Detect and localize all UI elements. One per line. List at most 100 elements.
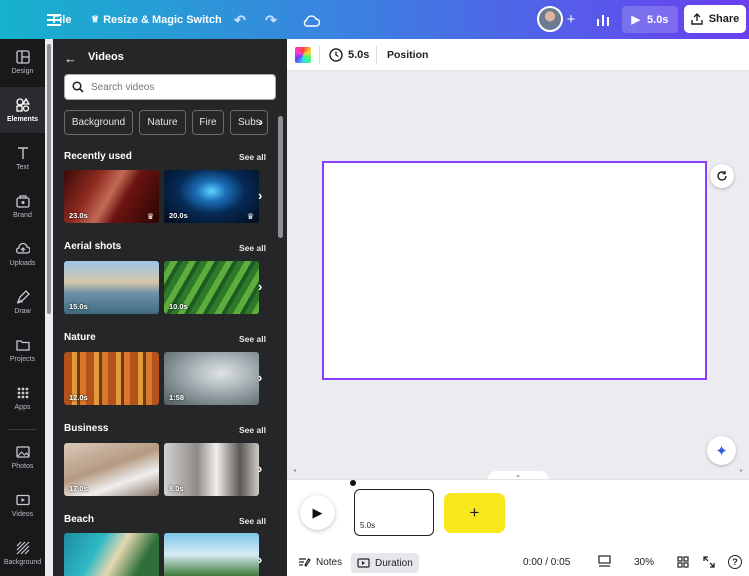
rail-projects[interactable]: Projects [0, 327, 45, 373]
help-button[interactable]: ? [728, 555, 742, 569]
video-thumbnail[interactable]: 17.0s [64, 443, 159, 496]
video-duration: 23.0s [69, 211, 88, 220]
insights-button[interactable] [592, 9, 614, 31]
top-bar: File ♕ Resize & Magic Switch ↶ ↷ + ▶ 5.0… [0, 0, 749, 39]
search-input[interactable] [91, 79, 271, 96]
panel-scrollbar[interactable] [278, 116, 283, 238]
video-thumbnail[interactable]: 15.0s [64, 261, 159, 314]
see-all-link[interactable]: See all [239, 425, 266, 435]
rail-text[interactable]: Text [0, 135, 45, 181]
cloud-sync-icon[interactable] [300, 10, 322, 30]
draw-icon [16, 289, 30, 304]
magic-assistant-button[interactable]: ✦ [707, 436, 736, 465]
add-collaborator-button[interactable]: + [563, 10, 579, 28]
search-box[interactable] [64, 74, 276, 100]
video-duration: 8.0s [169, 484, 184, 493]
avatar[interactable] [537, 6, 563, 32]
magic-crown-icon: ♕ [91, 14, 100, 24]
see-all-link[interactable]: See all [239, 243, 266, 253]
rail-draw[interactable]: Draw [0, 279, 45, 325]
chips-next-icon[interactable]: › [259, 115, 263, 129]
video-thumbnail[interactable]: 12.0s [64, 352, 159, 405]
redo-button[interactable]: ↷ [261, 10, 281, 30]
folder-icon [15, 339, 30, 351]
video-duration: 15.0s [69, 302, 88, 311]
section-next-icon[interactable]: › [258, 279, 270, 294]
file-menu[interactable]: File [50, 12, 74, 27]
videos-panel: ← Videos Background Nature Fire Subs › R… [53, 39, 287, 576]
rail-label: Projects [9, 355, 36, 363]
text-icon [17, 146, 28, 159]
video-duration: 1:58 [169, 393, 185, 402]
rail-label: Uploads [9, 259, 36, 267]
background-icon [16, 541, 29, 554]
timeline-play-button[interactable]: ▶ [300, 495, 335, 530]
section-title: Business [64, 423, 109, 434]
design-page[interactable] [322, 161, 707, 380]
rail-label: Background [3, 558, 42, 566]
regenerate-button[interactable] [710, 164, 734, 188]
upload-icon [15, 242, 30, 254]
video-thumbnail[interactable] [164, 533, 259, 576]
refresh-icon [717, 171, 727, 181]
position-button[interactable]: Position [387, 49, 428, 61]
back-button[interactable]: ← [64, 51, 80, 66]
timing-button[interactable]: 5.0s [329, 47, 369, 63]
color-picker-icon[interactable] [295, 47, 311, 63]
rail-scrollbar[interactable] [47, 44, 51, 314]
see-all-link[interactable]: See all [239, 152, 266, 162]
chip-background[interactable]: Background [64, 110, 133, 135]
rail-apps[interactable]: Apps [0, 375, 45, 421]
chip-fire[interactable]: Fire [192, 110, 224, 135]
toolbar-divider [376, 46, 377, 64]
video-thumbnail[interactable]: 10.0s [164, 261, 259, 314]
rail-label: Elements [6, 115, 39, 123]
bar-chart-icon [597, 15, 609, 26]
rail-elements[interactable]: Elements [0, 87, 45, 133]
rail-background[interactable]: Background [0, 530, 45, 576]
notes-icon [299, 558, 311, 567]
premium-crown-icon: ♛ [246, 212, 254, 221]
page-view-button[interactable] [598, 555, 611, 567]
play-button[interactable]: ▶ 5.0s [622, 6, 678, 33]
undo-button[interactable]: ↶ [230, 10, 250, 30]
rail-photos[interactable]: Photos [0, 434, 45, 480]
section-next-icon[interactable]: › [258, 552, 270, 567]
resize-button[interactable]: ♕ Resize & Magic Switch [91, 12, 222, 27]
rail-brand[interactable]: Brand [0, 183, 45, 229]
rail-videos[interactable]: Videos [0, 482, 45, 528]
section-title: Nature [64, 332, 96, 343]
zoom-level[interactable]: 30% [634, 557, 654, 568]
section-next-icon[interactable]: › [258, 370, 270, 385]
share-button[interactable]: Share [684, 5, 746, 33]
fullscreen-button[interactable] [703, 556, 715, 568]
video-thumbnail[interactable]: 8.0s [164, 443, 259, 496]
video-duration: 12.0s [69, 393, 88, 402]
footer-bar: Notes Duration 0:00 / 0:05 30% ? [287, 545, 749, 576]
apps-icon [17, 387, 28, 398]
chip-nature[interactable]: Nature [139, 110, 186, 135]
grid-view-button[interactable] [677, 556, 689, 568]
playhead[interactable] [350, 480, 356, 486]
rail-design[interactable]: Design [0, 39, 45, 85]
panel-title: Videos [88, 51, 124, 63]
rail-uploads[interactable]: Uploads [0, 231, 45, 277]
rail-label: Photos [11, 462, 34, 470]
video-icon [15, 494, 30, 505]
video-thumbnail[interactable]: 1:58 [164, 352, 259, 405]
timeline-clip[interactable]: 5.0s [354, 489, 434, 536]
video-thumbnail[interactable]: 20.0s ♛ [164, 170, 259, 223]
see-all-link[interactable]: See all [239, 334, 266, 344]
timeline-toggle-tab[interactable]: ⌄ [488, 471, 548, 479]
time-readout: 0:00 / 0:05 [523, 557, 571, 568]
search-icon [72, 81, 84, 93]
add-page-button[interactable]: + [444, 493, 505, 533]
section-title: Beach [64, 514, 95, 525]
notes-button[interactable]: Notes [298, 557, 342, 568]
section-next-icon[interactable]: › [258, 461, 270, 476]
video-thumbnail[interactable]: 23.0s ♛ [64, 170, 159, 223]
duration-button[interactable]: Duration [351, 553, 419, 573]
section-next-icon[interactable]: › [258, 188, 270, 203]
video-thumbnail[interactable] [64, 533, 159, 576]
see-all-link[interactable]: See all [239, 516, 266, 526]
